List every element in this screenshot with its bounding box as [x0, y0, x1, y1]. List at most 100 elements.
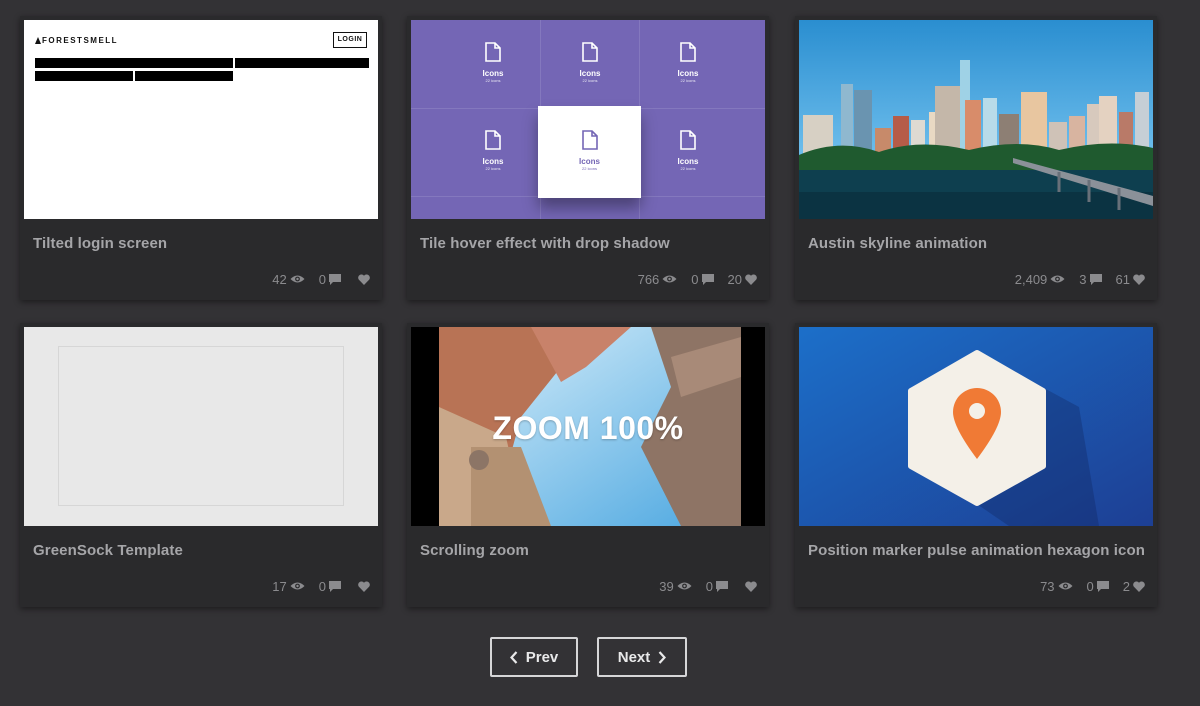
tile-sublabel: 22 icons [485, 78, 501, 83]
pen-stats: 42 0 [262, 271, 370, 287]
heart-icon[interactable] [745, 580, 757, 592]
pen-thumbnail[interactable]: ZOOM 100% [411, 327, 765, 526]
likes-stat[interactable] [742, 580, 757, 592]
comment-icon [701, 273, 714, 285]
likes-stat[interactable] [355, 273, 370, 285]
tile-label: Icons [677, 69, 699, 78]
tile-sublabel: 22 icons [680, 166, 696, 171]
pen-thumbnail[interactable] [799, 20, 1153, 219]
views-stat: 73 [1040, 579, 1073, 594]
prev-label: Prev [525, 648, 559, 666]
heart-icon[interactable] [358, 273, 370, 285]
pen-card[interactable]: Austin skyline animation 2,409 3 61 [795, 16, 1157, 300]
document-icon [680, 130, 696, 150]
comments-stat: 3 [1079, 272, 1102, 287]
next-label: Next [617, 648, 651, 666]
eye-icon [677, 582, 692, 590]
pen-stats: 17 0 [262, 578, 370, 594]
pen-card[interactable]: ZOOM 100% Scrolling zoom 39 0 [407, 323, 769, 607]
document-icon [582, 42, 598, 62]
chevron-left-icon [509, 650, 518, 664]
tile-label: Icons [482, 69, 504, 78]
comments-stat: 0 [691, 272, 714, 287]
pen-title[interactable]: Austin skyline animation [808, 235, 987, 252]
eye-icon [1050, 275, 1065, 283]
views-stat: 42 [272, 272, 305, 287]
likes-stat[interactable]: 20 [728, 272, 757, 287]
eye-icon [1058, 582, 1073, 590]
pen-thumbnail[interactable]: FORESTSMELL LOGIN [24, 20, 378, 219]
pen-title[interactable]: Tile hover effect with drop shadow [420, 235, 670, 252]
pen-card[interactable]: Icons 22 icons Icons 22 icons Icons 22 i… [407, 16, 769, 300]
pen-stats: 766 0 20 [628, 271, 757, 287]
pen-stats: 2,409 3 61 [1005, 271, 1145, 287]
broken-image-bar [235, 58, 369, 68]
brand-label: FORESTSMELL [42, 36, 119, 45]
pen-card[interactable]: FORESTSMELL LOGIN Tilted login screen 42… [20, 16, 382, 300]
comments-stat: 0 [706, 579, 728, 594]
tile-label: Icons [579, 157, 600, 166]
template-frame [58, 346, 344, 506]
document-icon [680, 42, 696, 62]
likes-stat[interactable] [355, 580, 370, 592]
views-stat: 766 [638, 272, 678, 287]
likes-stat[interactable]: 2 [1123, 579, 1145, 594]
icon-tile: Icons 22 icons [473, 42, 513, 83]
pen-thumbnail[interactable] [799, 327, 1153, 526]
tile-sublabel: 22 icons [680, 78, 696, 83]
pen-title[interactable]: Scrolling zoom [420, 542, 529, 559]
likes-stat[interactable]: 61 [1116, 272, 1145, 287]
zoom-overlay-text: ZOOM 100% [492, 410, 684, 446]
pen-title[interactable]: Position marker pulse animation hexagon … [808, 542, 1145, 559]
heart-icon[interactable] [358, 580, 370, 592]
heart-icon[interactable] [1133, 273, 1145, 285]
icon-tile: Icons 22 icons [668, 42, 708, 83]
pen-card[interactable]: GreenSock Template 17 0 [20, 323, 382, 607]
broken-image-bar [135, 71, 233, 81]
tile-label: Icons [579, 69, 601, 78]
hovered-tile: Icons 22 icons [538, 106, 641, 198]
document-icon [485, 130, 501, 150]
pen-stats: 73 0 2 [1030, 578, 1145, 594]
icon-tile: Icons 22 icons [473, 130, 513, 171]
tile-sublabel: 22 icons [582, 78, 598, 83]
views-stat: 17 [272, 579, 305, 594]
heart-icon[interactable] [745, 273, 757, 285]
comment-icon [329, 273, 341, 285]
eye-icon [290, 582, 305, 590]
icon-tile: Icons 22 icons [668, 130, 708, 171]
broken-image-bar [35, 71, 133, 81]
heart-icon[interactable] [1133, 580, 1145, 592]
eye-icon [290, 275, 305, 283]
comment-icon [1089, 273, 1102, 285]
comments-stat: 0 [319, 579, 341, 594]
comment-icon [716, 580, 728, 592]
comments-stat: 0 [319, 272, 341, 287]
next-button[interactable]: Next [597, 637, 687, 677]
comments-stat: 0 [1087, 579, 1109, 594]
icon-tile: Icons 22 icons [570, 42, 610, 83]
pen-thumbnail[interactable]: Icons 22 icons Icons 22 icons Icons 22 i… [411, 20, 765, 219]
comment-icon [1096, 580, 1109, 592]
pen-stats: 39 0 [649, 578, 757, 594]
forest-logo-icon [35, 37, 41, 44]
prev-button[interactable]: Prev [490, 637, 578, 677]
views-stat: 39 [659, 579, 692, 594]
comment-icon [329, 580, 341, 592]
hexagon-marker-illustration [799, 327, 1153, 526]
tile-sublabel: 22 icons [582, 166, 597, 171]
tile-sublabel: 22 icons [485, 166, 501, 171]
chevron-right-icon [658, 650, 667, 664]
pen-title[interactable]: Tilted login screen [33, 235, 167, 252]
tile-label: Icons [677, 157, 699, 166]
tile-label: Icons [482, 157, 504, 166]
austin-skyline-illustration [799, 20, 1153, 219]
views-stat: 2,409 [1015, 272, 1066, 287]
pen-card[interactable]: Position marker pulse animation hexagon … [795, 323, 1157, 607]
pen-thumbnail[interactable] [24, 327, 378, 526]
document-icon [485, 42, 501, 62]
pen-title[interactable]: GreenSock Template [33, 542, 183, 559]
eye-icon [662, 275, 677, 283]
broken-image-bar [35, 58, 233, 68]
document-icon [581, 130, 598, 150]
